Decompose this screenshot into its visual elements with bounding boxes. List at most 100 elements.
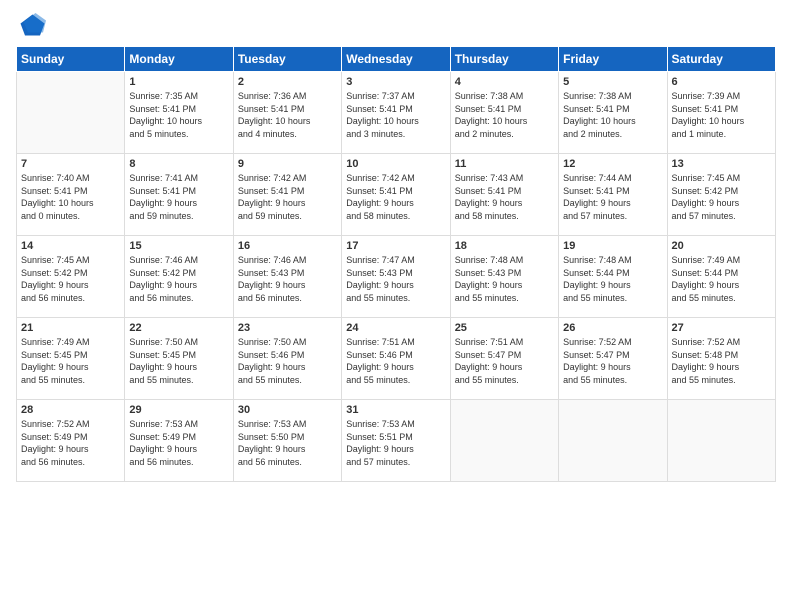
col-header-thursday: Thursday [450,47,558,72]
week-row-0: 1Sunrise: 7:35 AMSunset: 5:41 PMDaylight… [17,72,776,154]
col-header-saturday: Saturday [667,47,775,72]
cell-w0-d5: 5 Sunrise: 7:38 AMSunset: 5:41 PMDaylight… [559,72,667,154]
day-number: 19 [563,240,662,252]
day-number: 20 [672,240,771,252]
day-number: 25 [455,322,554,334]
day-number: 2 [238,76,337,88]
cell-content: Sunrise: 7:44 AMSunset: 5:41 PMDaylight:… [563,172,662,222]
cell-content: Sunrise: 7:42 AMSunset: 5:41 PMDaylight:… [346,172,445,222]
cell-content: Sunrise: 7:51 AMSunset: 5:46 PMDaylight:… [346,336,445,386]
col-header-sunday: Sunday [17,47,125,72]
cell-w2-d0: 14Sunrise: 7:45 AMSunset: 5:42 PMDayligh… [17,236,125,318]
col-header-monday: Monday [125,47,233,72]
day-number: 13 [672,158,771,170]
cell-w1-d3: 10Sunrise: 7:42 AMSunset: 5:41 PMDayligh… [342,154,450,236]
cell-w4-d4 [450,400,558,482]
cell-w0-d2: 2 Sunrise: 7:36 AMSunset: 5:41 PMDaylight… [233,72,341,154]
day-number: 1 [129,76,228,88]
day-number: 31 [346,404,445,416]
cell-content: Sunrise: 7:43 AMSunset: 5:41 PMDaylight:… [455,172,554,222]
cell-w1-d6: 13Sunrise: 7:45 AMSunset: 5:42 PMDayligh… [667,154,775,236]
cell-content: Sunrise: 7:45 AMSunset: 5:42 PMDaylight:… [21,254,120,304]
week-row-2: 14Sunrise: 7:45 AMSunset: 5:42 PMDayligh… [17,236,776,318]
cell-content: Sunrise: 7:39 AMSunset: 5:41 PMDaylight:… [672,90,771,140]
day-number: 18 [455,240,554,252]
day-number: 30 [238,404,337,416]
header-row: SundayMondayTuesdayWednesdayThursdayFrid… [17,47,776,72]
day-number: 6 [672,76,771,88]
cell-content: Sunrise: 7:36 AMSunset: 5:41 PMDaylight:… [238,90,337,140]
cell-content: Sunrise: 7:49 AMSunset: 5:44 PMDaylight:… [672,254,771,304]
cell-content: Sunrise: 7:53 AMSunset: 5:50 PMDaylight:… [238,418,337,468]
day-number: 22 [129,322,228,334]
cell-content: Sunrise: 7:51 AMSunset: 5:47 PMDaylight:… [455,336,554,386]
cell-w4-d3: 31 Sunrise: 7:53 AMSunset: 5:51 PMDayligh… [342,400,450,482]
cell-w3-d1: 22 Sunrise: 7:50 AMSunset: 5:45 PMDayligh… [125,318,233,400]
day-number: 24 [346,322,445,334]
day-number: 5 [563,76,662,88]
day-number: 4 [455,76,554,88]
day-number: 8 [129,158,228,170]
cell-w3-d2: 23 Sunrise: 7:50 AMSunset: 5:46 PMDayligh… [233,318,341,400]
cell-content: Sunrise: 7:38 AMSunset: 5:41 PMDaylight:… [563,90,662,140]
cell-content: Sunrise: 7:52 AMSunset: 5:49 PMDaylight:… [21,418,120,468]
cell-w2-d4: 18 Sunrise: 7:48 AMSunset: 5:43 PMDayligh… [450,236,558,318]
col-header-friday: Friday [559,47,667,72]
cell-content: Sunrise: 7:48 AMSunset: 5:43 PMDaylight:… [455,254,554,304]
cell-content: Sunrise: 7:50 AMSunset: 5:46 PMDaylight:… [238,336,337,386]
cell-w1-d2: 9 Sunrise: 7:42 AMSunset: 5:41 PMDaylight… [233,154,341,236]
day-number: 17 [346,240,445,252]
cell-w2-d2: 16Sunrise: 7:46 AMSunset: 5:43 PMDayligh… [233,236,341,318]
cell-content: Sunrise: 7:50 AMSunset: 5:45 PMDaylight:… [129,336,228,386]
logo [16,10,50,40]
cell-w4-d0: 28 Sunrise: 7:52 AMSunset: 5:49 PMDayligh… [17,400,125,482]
day-number: 12 [563,158,662,170]
day-number: 21 [21,322,120,334]
calendar-table: SundayMondayTuesdayWednesdayThursdayFrid… [16,46,776,482]
cell-w3-d0: 21Sunrise: 7:49 AMSunset: 5:45 PMDayligh… [17,318,125,400]
cell-content: Sunrise: 7:46 AMSunset: 5:42 PMDaylight:… [129,254,228,304]
cell-w3-d3: 24 Sunrise: 7:51 AMSunset: 5:46 PMDayligh… [342,318,450,400]
cell-w1-d5: 12 Sunrise: 7:44 AMSunset: 5:41 PMDayligh… [559,154,667,236]
cell-w1-d1: 8 Sunrise: 7:41 AMSunset: 5:41 PMDaylight… [125,154,233,236]
cell-w1-d0: 7 Sunrise: 7:40 AMSunset: 5:41 PMDaylight… [17,154,125,236]
cell-w0-d1: 1Sunrise: 7:35 AMSunset: 5:41 PMDaylight… [125,72,233,154]
cell-content: Sunrise: 7:38 AMSunset: 5:41 PMDaylight:… [455,90,554,140]
cell-w3-d5: 26 Sunrise: 7:52 AMSunset: 5:47 PMDayligh… [559,318,667,400]
cell-w4-d5 [559,400,667,482]
cell-content: Sunrise: 7:47 AMSunset: 5:43 PMDaylight:… [346,254,445,304]
cell-w2-d1: 15 Sunrise: 7:46 AMSunset: 5:42 PMDayligh… [125,236,233,318]
day-number: 9 [238,158,337,170]
cell-content: Sunrise: 7:48 AMSunset: 5:44 PMDaylight:… [563,254,662,304]
cell-w2-d6: 20 Sunrise: 7:49 AMSunset: 5:44 PMDayligh… [667,236,775,318]
day-number: 16 [238,240,337,252]
cell-w4-d1: 29 Sunrise: 7:53 AMSunset: 5:49 PMDayligh… [125,400,233,482]
day-number: 23 [238,322,337,334]
day-number: 26 [563,322,662,334]
cell-content: Sunrise: 7:52 AMSunset: 5:47 PMDaylight:… [563,336,662,386]
day-number: 15 [129,240,228,252]
cell-content: Sunrise: 7:52 AMSunset: 5:48 PMDaylight:… [672,336,771,386]
cell-w3-d6: 27 Sunrise: 7:52 AMSunset: 5:48 PMDayligh… [667,318,775,400]
col-header-wednesday: Wednesday [342,47,450,72]
header [16,10,776,40]
col-header-tuesday: Tuesday [233,47,341,72]
cell-w0-d3: 3Sunrise: 7:37 AMSunset: 5:41 PMDaylight… [342,72,450,154]
page: SundayMondayTuesdayWednesdayThursdayFrid… [0,0,792,612]
day-number: 7 [21,158,120,170]
day-number: 27 [672,322,771,334]
cell-w2-d3: 17 Sunrise: 7:47 AMSunset: 5:43 PMDayligh… [342,236,450,318]
cell-content: Sunrise: 7:53 AMSunset: 5:49 PMDaylight:… [129,418,228,468]
cell-w0-d6: 6 Sunrise: 7:39 AMSunset: 5:41 PMDaylight… [667,72,775,154]
cell-content: Sunrise: 7:53 AMSunset: 5:51 PMDaylight:… [346,418,445,468]
cell-w1-d4: 11Sunrise: 7:43 AMSunset: 5:41 PMDayligh… [450,154,558,236]
day-number: 28 [21,404,120,416]
cell-content: Sunrise: 7:41 AMSunset: 5:41 PMDaylight:… [129,172,228,222]
cell-content: Sunrise: 7:40 AMSunset: 5:41 PMDaylight:… [21,172,120,222]
day-number: 29 [129,404,228,416]
cell-content: Sunrise: 7:42 AMSunset: 5:41 PMDaylight:… [238,172,337,222]
cell-w4-d2: 30 Sunrise: 7:53 AMSunset: 5:50 PMDayligh… [233,400,341,482]
cell-content: Sunrise: 7:37 AMSunset: 5:41 PMDaylight:… [346,90,445,140]
cell-w0-d4: 4 Sunrise: 7:38 AMSunset: 5:41 PMDaylight… [450,72,558,154]
cell-w3-d4: 25 Sunrise: 7:51 AMSunset: 5:47 PMDayligh… [450,318,558,400]
